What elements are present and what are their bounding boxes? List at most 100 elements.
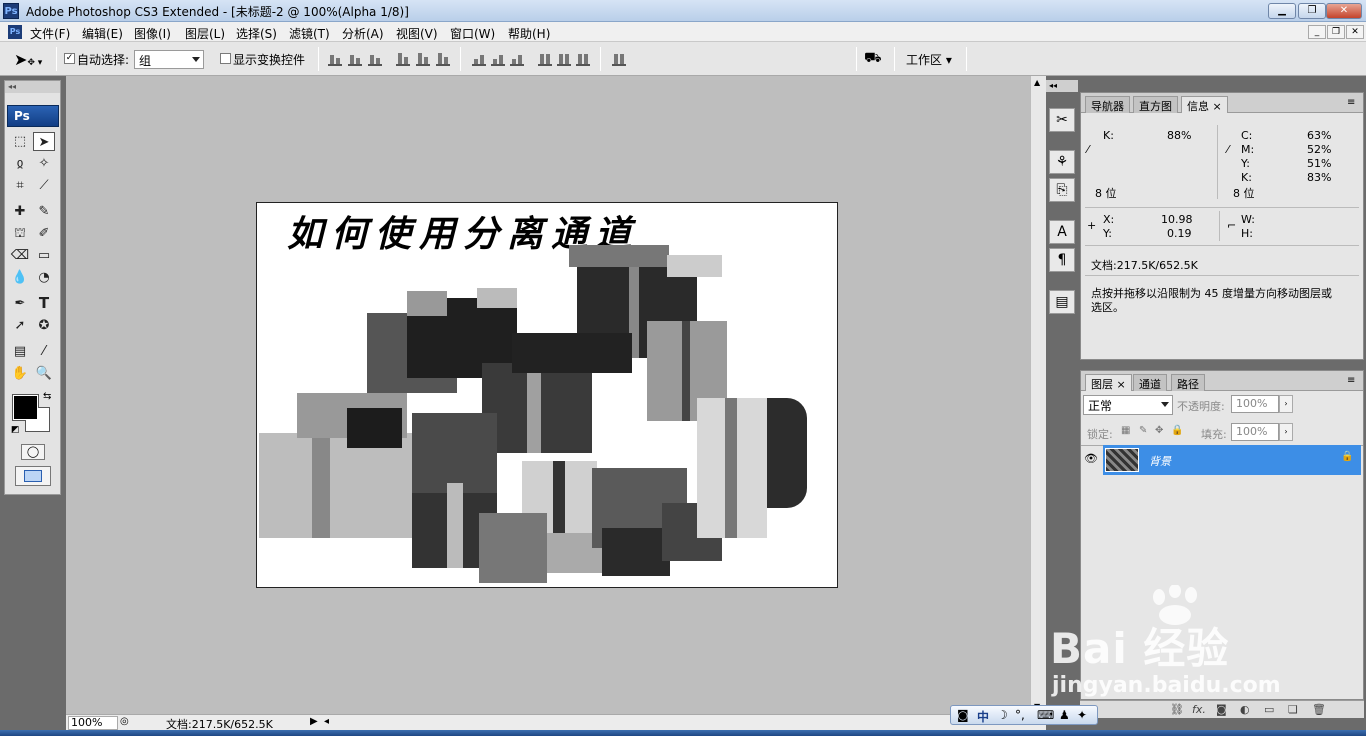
blend-mode-dropdown[interactable]: 正常 bbox=[1083, 395, 1173, 415]
doc-close-button[interactable]: ✕ bbox=[1346, 25, 1364, 39]
ime-settings-icon[interactable]: ✦ bbox=[1077, 708, 1087, 722]
scroll-left-icon[interactable]: ◂ bbox=[324, 716, 329, 727]
show-transform-checkbox[interactable] bbox=[220, 53, 231, 64]
eye-icon[interactable]: 👁 bbox=[1083, 449, 1099, 469]
document-icon[interactable]: Ps bbox=[8, 25, 22, 39]
status-arrow-icon[interactable]: ▶ bbox=[310, 716, 318, 727]
screen-mode-button[interactable] bbox=[15, 466, 51, 486]
auto-select-checkbox[interactable]: ✓ bbox=[64, 53, 75, 64]
ime-logo-icon[interactable]: ◙ bbox=[957, 708, 969, 722]
eraser-tool-icon[interactable]: ⌫ bbox=[9, 246, 31, 265]
default-colors-icon[interactable]: ◩ bbox=[11, 425, 20, 435]
menu-window[interactable]: 窗口(W) bbox=[450, 25, 495, 42]
close-icon[interactable]: × bbox=[1213, 100, 1222, 113]
lasso-tool-icon[interactable]: ჲ bbox=[9, 154, 31, 173]
menu-select[interactable]: 选择(S) bbox=[236, 25, 277, 42]
gradient-tool-icon[interactable]: ▭ bbox=[33, 246, 55, 265]
clone-source-icon[interactable]: ⎘ bbox=[1049, 178, 1075, 202]
healing-brush-tool-icon[interactable]: ✚ bbox=[9, 202, 31, 221]
pen-tool-icon[interactable]: ✒ bbox=[9, 294, 31, 313]
hand-tool-icon[interactable]: ✋ bbox=[9, 364, 31, 383]
notes-tool-icon[interactable]: ▤ bbox=[9, 342, 31, 361]
menu-filter[interactable]: 滤镜(T) bbox=[289, 25, 330, 42]
ime-mode-label[interactable]: 中 bbox=[977, 708, 989, 725]
distribute-vcenter-icon[interactable] bbox=[491, 52, 505, 66]
align-vcenter-icon[interactable] bbox=[348, 52, 362, 66]
toolbox-header[interactable]: ◂◂ bbox=[5, 81, 60, 93]
align-hcenter-icon[interactable] bbox=[416, 52, 430, 66]
menu-help[interactable]: 帮助(H) bbox=[508, 25, 550, 42]
history-brush-tool-icon[interactable]: ✐ bbox=[33, 224, 55, 243]
workspace-button[interactable]: 工作区 ▾ bbox=[906, 51, 952, 68]
ime-user-icon[interactable]: ♟ bbox=[1059, 708, 1070, 722]
tab-navigator[interactable]: 导航器 bbox=[1085, 96, 1130, 113]
eyedropper-tool-icon[interactable]: ⁄ bbox=[33, 342, 55, 361]
tab-channels[interactable]: 通道 bbox=[1133, 374, 1167, 391]
lock-pixels-icon[interactable]: ✎ bbox=[1139, 425, 1147, 436]
dock-header[interactable]: ◂◂ bbox=[1046, 80, 1078, 92]
distribute-hcenter-icon[interactable] bbox=[557, 52, 571, 66]
distribute-bottom-icon[interactable] bbox=[510, 52, 524, 66]
path-selection-tool-icon[interactable]: ➚ bbox=[9, 316, 31, 335]
menu-analysis[interactable]: 分析(A) bbox=[342, 25, 384, 42]
zoom-tool-icon[interactable]: 🔍 bbox=[33, 364, 55, 383]
align-right-icon[interactable] bbox=[436, 52, 450, 66]
slice-tool-icon[interactable]: ⟋ bbox=[33, 176, 55, 195]
panel-menu-icon[interactable]: ≡ bbox=[1347, 97, 1355, 108]
quick-mask-button[interactable]: ◯ bbox=[21, 444, 45, 460]
align-top-icon[interactable] bbox=[328, 52, 342, 66]
shape-tool-icon[interactable]: ✪ bbox=[33, 316, 55, 335]
auto-align-icon[interactable] bbox=[612, 52, 626, 66]
layer-row[interactable]: 背景 🔒 bbox=[1103, 445, 1361, 475]
move-tool-icon[interactable]: ➤ bbox=[33, 132, 55, 151]
menu-layer[interactable]: 图层(L) bbox=[185, 25, 225, 42]
layer-name[interactable]: 背景 bbox=[1149, 453, 1171, 469]
layer-comps-icon[interactable]: ▤ bbox=[1049, 290, 1075, 314]
type-tool-icon[interactable]: T bbox=[33, 294, 55, 313]
align-bottom-icon[interactable] bbox=[368, 52, 382, 66]
lock-transparency-icon[interactable]: ▦ bbox=[1121, 425, 1130, 436]
menu-image[interactable]: 图像(I) bbox=[134, 25, 171, 42]
foreground-color-swatch-top[interactable] bbox=[13, 395, 38, 420]
swap-colors-icon[interactable]: ⇆ bbox=[43, 391, 51, 402]
menu-edit[interactable]: 编辑(E) bbox=[82, 25, 123, 42]
opacity-slider-button[interactable]: › bbox=[1279, 395, 1293, 413]
ime-punctuation-icon[interactable]: °, bbox=[1015, 708, 1025, 722]
bridge-icon[interactable]: ⛟ bbox=[864, 50, 888, 68]
tab-layers[interactable]: 图层 × bbox=[1085, 374, 1132, 391]
clone-stamp-tool-icon[interactable]: ⛫ bbox=[9, 224, 31, 243]
ime-keyboard-icon[interactable]: ⌨ bbox=[1037, 708, 1054, 722]
distribute-top-icon[interactable] bbox=[472, 52, 486, 66]
lock-all-icon[interactable]: 🔒 bbox=[1171, 425, 1183, 436]
blur-tool-icon[interactable]: 💧 bbox=[9, 268, 31, 287]
align-left-icon[interactable] bbox=[396, 52, 410, 66]
tool-presets-icon[interactable]: ✂ bbox=[1049, 108, 1075, 132]
ime-halfwidth-icon[interactable]: ☽ bbox=[997, 708, 1008, 722]
menu-view[interactable]: 视图(V) bbox=[396, 25, 438, 42]
tab-histogram[interactable]: 直方图 bbox=[1133, 96, 1178, 113]
move-tool-icon[interactable]: ➤✥ ▾ bbox=[14, 50, 42, 69]
panel-menu-icon[interactable]: ≡ bbox=[1347, 375, 1355, 386]
dodge-tool-icon[interactable]: ◔ bbox=[33, 268, 55, 287]
doc-minimize-button[interactable]: _ bbox=[1308, 25, 1326, 39]
close-icon[interactable]: × bbox=[1117, 378, 1126, 391]
marquee-tool-icon[interactable]: ⬚ bbox=[9, 132, 31, 151]
auto-select-dropdown[interactable]: 组 bbox=[134, 50, 204, 69]
menu-file[interactable]: 文件(F) bbox=[30, 25, 70, 42]
document-canvas[interactable]: 如何使用分离通道 bbox=[256, 202, 838, 588]
lock-position-icon[interactable]: ✥ bbox=[1155, 425, 1163, 436]
distribute-left-icon[interactable] bbox=[538, 52, 552, 66]
ime-toolbar[interactable]: ◙ 中 ☽ °, ⌨ ♟ ✦ bbox=[950, 705, 1098, 725]
crop-tool-icon[interactable]: ⌗ bbox=[9, 176, 31, 195]
close-button[interactable]: ✕ bbox=[1326, 3, 1362, 19]
tab-info[interactable]: 信息 × bbox=[1181, 96, 1228, 113]
magic-wand-tool-icon[interactable]: ✧ bbox=[33, 154, 55, 173]
brush-tool-icon[interactable]: ✎ bbox=[33, 202, 55, 221]
paragraph-icon[interactable]: ¶ bbox=[1049, 248, 1075, 272]
doc-restore-button[interactable]: ❐ bbox=[1327, 25, 1345, 39]
opacity-input[interactable]: 100% bbox=[1231, 395, 1279, 413]
character-icon[interactable]: A bbox=[1049, 220, 1075, 244]
distribute-right-icon[interactable] bbox=[576, 52, 590, 66]
fill-input[interactable]: 100% bbox=[1231, 423, 1279, 441]
zoom-level-field[interactable]: 100% bbox=[68, 716, 118, 730]
